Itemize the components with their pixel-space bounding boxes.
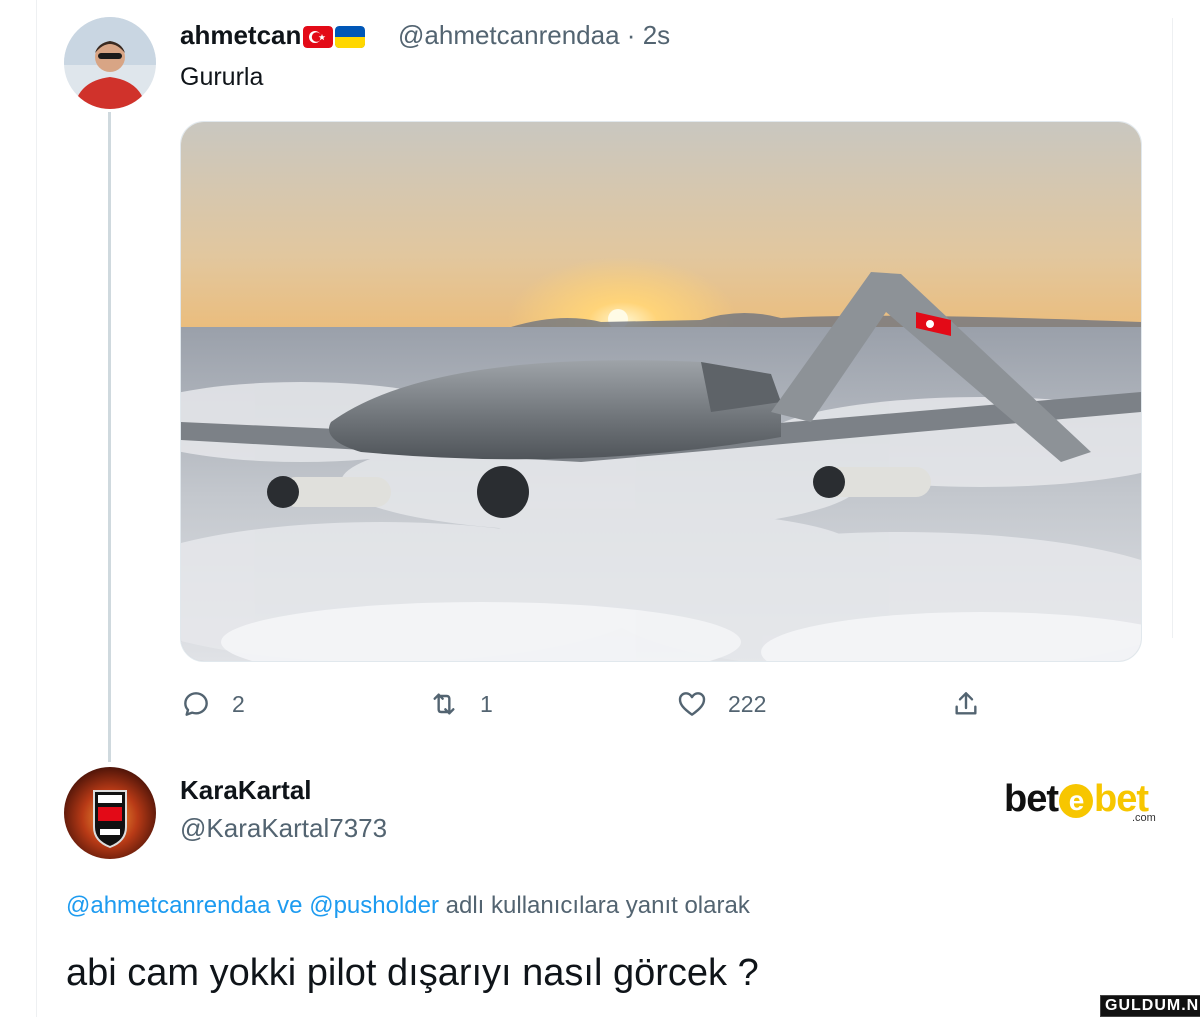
reply-icon [184,692,208,716]
retweet-action[interactable]: 1 [428,684,493,724]
tweet-meta: @ahmetcanrendaa · 2s [398,20,670,51]
frame-border-right [1172,18,1173,638]
replying-to-line: @ahmetcanrendaa ve @pusholder adlı kulla… [66,892,750,920]
heart-icon [678,692,706,716]
mention-joiner: ve [277,892,303,919]
mention-link[interactable]: @pusholder [309,892,439,919]
mention-link[interactable]: @ahmetcanrendaa [66,892,271,919]
avatar[interactable] [64,17,156,109]
retweet-count: 1 [480,690,493,717]
user-avatar-image [64,17,156,109]
reply-author-handle[interactable]: @KaraKartal7373 [180,813,387,844]
reply-avatar[interactable] [64,767,156,859]
thread-connector [108,112,111,762]
reply-count: 2 [232,690,245,717]
meta-separator: · [626,20,636,50]
replying-to-suffix: adlı kullanıcılara yanıt olarak [445,892,750,919]
brand-logo-suffix: .com [1132,812,1156,824]
brand-logo-part1: bet [1004,778,1059,820]
brand-logo: bet e bet .com [1004,778,1156,824]
tweet-author-name[interactable]: ahmetcan [180,20,366,51]
reply-action[interactable]: 2 [180,684,245,724]
tweet-timestamp[interactable]: 2s [643,20,670,50]
reply-text: abi cam yokki pilot dışarıyı nasıl görce… [66,952,759,994]
site-watermark: GULDUM.NET [1100,995,1200,1017]
tweet-media[interactable] [180,121,1142,662]
ukraine-flag-icon [335,26,366,49]
reply-author-name[interactable]: KaraKartal [180,775,312,806]
like-count: 222 [728,690,767,717]
frame-border-left [36,0,37,1017]
retweet-icon [433,693,455,715]
display-name: ahmetcan [180,20,302,50]
brand-logo-e-badge: e [1059,783,1093,818]
share-action[interactable] [950,684,1002,724]
like-action[interactable]: 222 [676,684,766,724]
author-handle[interactable]: @ahmetcanrendaa [398,20,620,50]
eagle-logo-avatar-icon [64,767,156,859]
turkey-flag-icon [303,26,334,49]
drone-image-icon [181,122,1141,661]
tweet-text: Gururla [180,63,264,91]
share-icon [955,692,977,715]
